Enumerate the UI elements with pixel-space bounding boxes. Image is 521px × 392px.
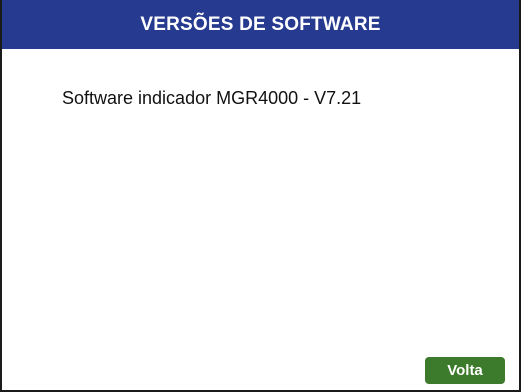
software-version-text: Software indicador MGR4000 - V7.21	[62, 88, 362, 108]
page-title-bar: VERSÕES DE SOFTWARE	[2, 0, 519, 49]
software-versions-screen: VERSÕES DE SOFTWARE Software indicador M…	[0, 0, 521, 392]
page-title: VERSÕES DE SOFTWARE	[140, 13, 381, 35]
back-button[interactable]: Volta	[425, 357, 505, 384]
